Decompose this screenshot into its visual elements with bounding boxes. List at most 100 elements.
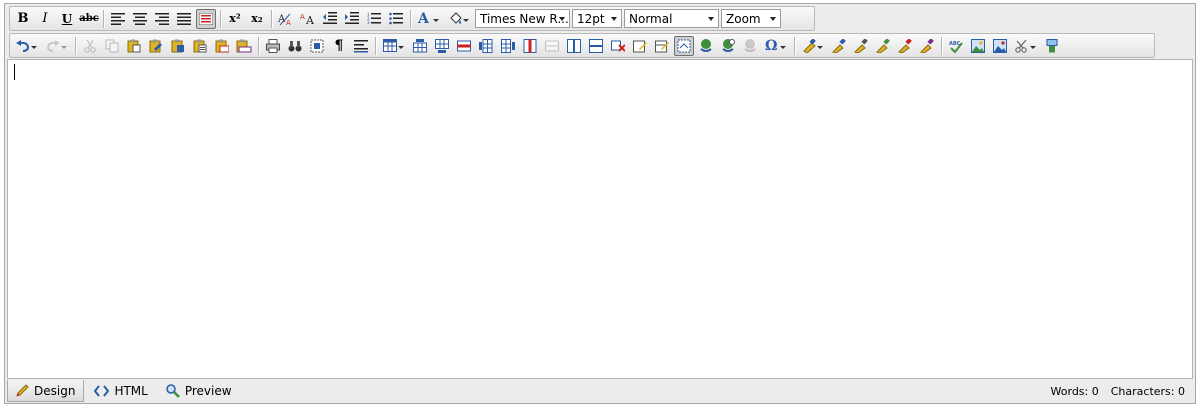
cut-button[interactable] (80, 36, 100, 56)
paragraph-toggle-button[interactable]: ¶ (329, 36, 349, 56)
remove-link-button[interactable] (740, 36, 760, 56)
formatting-toolbar: B I U abc x² x₂ AA AA 123 A Times New R.… (9, 6, 815, 31)
copy-icon (105, 39, 119, 52)
paste-html-button[interactable] (234, 36, 254, 56)
indent-button[interactable] (342, 9, 362, 29)
ordered-list-button[interactable]: 123 (364, 9, 384, 29)
magnifier-icon (166, 384, 180, 398)
insert-template-button[interactable] (1042, 36, 1062, 56)
toolbar-separator (375, 36, 376, 55)
tab-preview[interactable]: Preview (158, 380, 240, 402)
paste-text-icon (149, 39, 162, 52)
scissors-icon (84, 39, 96, 53)
subscript-button[interactable]: x₂ (247, 9, 267, 29)
clean-fonts-button[interactable] (873, 36, 893, 56)
clean-word-icon (854, 38, 868, 53)
underline-button[interactable]: U (57, 9, 77, 29)
clean-styles-button[interactable] (895, 36, 915, 56)
editor-content-area[interactable] (7, 59, 1193, 379)
pencil-icon (16, 384, 29, 397)
delete-table-icon (611, 40, 625, 52)
justify-icon (177, 12, 191, 25)
tab-html-label: HTML (114, 384, 148, 398)
justify-button[interactable] (174, 9, 194, 29)
fore-color-button[interactable]: A (415, 9, 443, 29)
anchor-icon (722, 38, 735, 52)
bold-button[interactable]: B (13, 9, 33, 29)
column-left-icon (479, 38, 493, 53)
copy-button[interactable] (102, 36, 122, 56)
paste-text-button[interactable] (146, 36, 166, 56)
decrease-font-button[interactable]: AA (298, 9, 318, 29)
clean-styles-icon (898, 38, 912, 53)
paste-plain-button[interactable] (190, 36, 210, 56)
insert-row-after-button[interactable] (432, 36, 452, 56)
insert-form-element-button[interactable] (1012, 36, 1040, 56)
insert-anchor-button[interactable] (718, 36, 738, 56)
insert-paragraph-button[interactable] (351, 36, 371, 56)
clean-word-button[interactable] (851, 36, 871, 56)
table-properties-button[interactable] (652, 36, 672, 56)
paste-html-source-icon (236, 39, 252, 52)
clear-formatting-button[interactable] (799, 36, 827, 56)
strikethrough-button[interactable]: abc (79, 9, 99, 29)
italic-button[interactable]: I (35, 9, 55, 29)
tab-design[interactable]: Design (7, 380, 85, 402)
form-tools-icon (1015, 39, 1027, 53)
unlink-icon (744, 38, 756, 52)
zoom-select[interactable]: Zoom (721, 9, 781, 28)
font-name-select[interactable]: Times New R... (475, 9, 570, 28)
clean-all-button[interactable] (917, 36, 937, 56)
delete-column-button[interactable] (520, 36, 540, 56)
font-decrease-icon: AA (300, 13, 315, 26)
spell-check-button[interactable]: ABC (946, 36, 966, 56)
find-replace-button[interactable] (285, 36, 305, 56)
back-color-button[interactable] (445, 9, 473, 29)
align-left-button[interactable] (108, 9, 128, 29)
cell-properties-button[interactable] (630, 36, 650, 56)
paste-button[interactable] (124, 36, 144, 56)
print-button[interactable] (263, 36, 283, 56)
superscript-button[interactable]: x² (225, 9, 245, 29)
font-size-select[interactable]: 12pt (572, 9, 622, 28)
split-cell-horizontal-button[interactable] (586, 36, 606, 56)
redo-icon (46, 39, 60, 52)
image-properties-button[interactable] (990, 36, 1010, 56)
svg-text:A: A (300, 13, 305, 21)
insert-image-button[interactable] (968, 36, 988, 56)
merge-cells-button[interactable] (542, 36, 562, 56)
svg-text:A: A (305, 14, 315, 26)
format-brush-button[interactable] (829, 36, 849, 56)
select-all-button[interactable] (307, 36, 327, 56)
delete-row-button[interactable] (454, 36, 474, 56)
numbered-list-icon: 123 (367, 12, 381, 25)
special-character-button[interactable]: Ω (762, 36, 790, 56)
eraser-brush-icon (803, 38, 816, 53)
justify-none-icon (199, 12, 213, 25)
toggle-borders-button[interactable] (674, 35, 694, 56)
paste-icon (127, 39, 141, 52)
delete-table-button[interactable] (608, 36, 628, 56)
align-right-button[interactable] (152, 9, 172, 29)
rich-text-editor: B I U abc x² x₂ AA AA 123 A Times New R.… (4, 3, 1196, 404)
toolbar-separator (794, 36, 795, 55)
insert-column-right-button[interactable] (498, 36, 518, 56)
split-cell-vertical-button[interactable] (564, 36, 584, 56)
align-center-button[interactable] (130, 9, 150, 29)
undo-button[interactable] (13, 36, 41, 56)
paragraph-format-select[interactable]: Normal (624, 9, 719, 28)
paste-as-html-button[interactable] (212, 36, 232, 56)
increase-font-button[interactable]: AA (276, 9, 296, 29)
insert-row-before-button[interactable] (410, 36, 430, 56)
justify-none-button[interactable] (196, 8, 216, 29)
redo-button[interactable] (43, 36, 71, 56)
insert-link-button[interactable] (696, 36, 716, 56)
insert-table-button[interactable] (380, 36, 408, 56)
paste-word-button[interactable] (168, 36, 188, 56)
insert-column-left-button[interactable] (476, 36, 496, 56)
tab-html[interactable]: HTML (86, 380, 155, 402)
brush-icon (832, 38, 846, 53)
toolbar-separator (410, 9, 411, 28)
unordered-list-button[interactable] (386, 9, 406, 29)
outdent-button[interactable] (320, 9, 340, 29)
